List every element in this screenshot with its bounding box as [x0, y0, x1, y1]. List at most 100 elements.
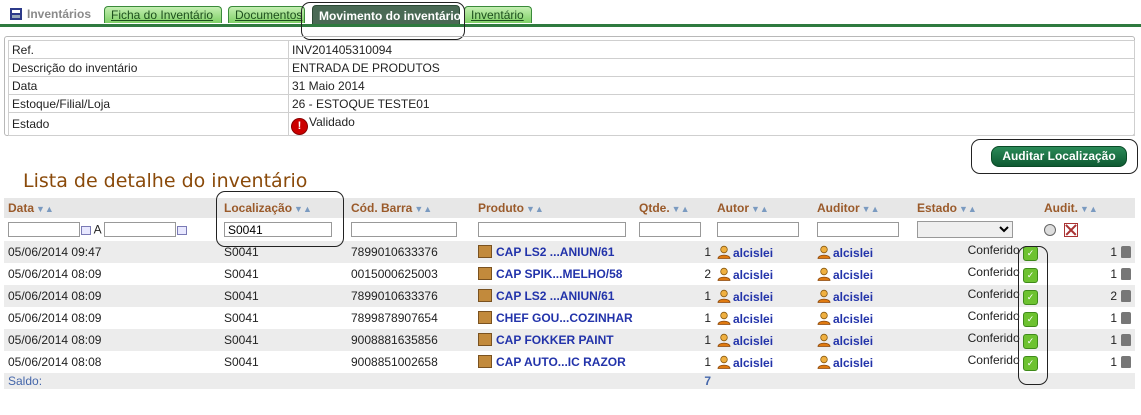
author-link[interactable]: alcislei [733, 334, 773, 348]
trash-icon[interactable] [1121, 356, 1131, 368]
col-estado[interactable]: Estado ▼▲ [913, 198, 1040, 218]
product-link[interactable]: CAP LS2 ...ANIUN/61 [496, 245, 614, 259]
qtde-filter-input[interactable] [639, 222, 701, 237]
col-qtde[interactable]: Qtde. ▼▲ [635, 198, 713, 218]
calendar-icon[interactable] [81, 225, 91, 235]
cell-localizacao: S0041 [220, 351, 347, 373]
sort-icon: ▼▲ [861, 204, 880, 214]
col-autor[interactable]: Autor ▼▲ [713, 198, 813, 218]
tab-home[interactable]: Inventários [9, 7, 91, 21]
auditor-link[interactable]: alcislei [833, 312, 873, 326]
check-icon[interactable]: ✓ [1023, 268, 1038, 283]
trash-icon[interactable] [1121, 312, 1131, 324]
audit-location-button[interactable]: Auditar Localização [991, 146, 1127, 167]
info-value-estoque: 26 - ESTOQUE TESTE01 [288, 94, 1135, 113]
tab-ficha[interactable]: Ficha do Inventário [104, 6, 222, 23]
col-auditor[interactable]: Auditor ▼▲ [813, 198, 913, 218]
product-link[interactable]: CAP LS2 ...ANIUN/61 [496, 289, 614, 303]
localizacao-filter-input[interactable] [224, 222, 332, 237]
estado-value: Conferido [967, 265, 1020, 279]
date-to-input[interactable] [104, 222, 177, 237]
audit-count: 1 [1110, 355, 1117, 369]
date-from-input[interactable] [8, 222, 80, 237]
product-link[interactable]: CHEF GOU...COZINHAR [496, 311, 633, 325]
col-cod-barra[interactable]: Cód. Barra ▼▲ [347, 198, 474, 218]
tab-documentos[interactable]: Documentos [228, 6, 305, 23]
col-localizacao[interactable]: Localização ▼▲ [220, 198, 347, 218]
info-label-desc: Descrição do inventário [8, 58, 289, 77]
box-icon [478, 311, 492, 324]
product-link[interactable]: CAP SPIK...MELHO/58 [496, 267, 622, 281]
saldo-label: Saldo: [4, 373, 635, 389]
trash-icon[interactable] [1121, 246, 1131, 258]
cell-localizacao: S0041 [220, 329, 347, 351]
cell-produto: CAP AUTO...IC RAZOR [474, 351, 635, 373]
user-icon [817, 245, 831, 259]
auditor-link[interactable]: alcislei [833, 290, 873, 304]
trash-icon[interactable] [1121, 290, 1131, 302]
calendar-icon[interactable] [177, 225, 188, 235]
estado-value: Conferido [967, 243, 1020, 257]
sort-icon: ▼▲ [959, 204, 977, 214]
auditor-link[interactable]: alcislei [833, 356, 873, 370]
auditor-filter-input[interactable] [817, 222, 899, 237]
info-value-data: 31 Maio 2014 [288, 76, 1135, 95]
cell-estado: Conferido ✓ [913, 241, 1040, 263]
author-link[interactable]: alcislei [733, 312, 773, 326]
saldo-row: Saldo: 7 [4, 373, 1135, 389]
cell-cod-barra: 7899878907654 [347, 307, 474, 329]
user-icon [817, 333, 831, 347]
qtde-value: 1 [704, 355, 711, 369]
autor-filter-input[interactable] [717, 222, 799, 237]
check-icon[interactable]: ✓ [1023, 312, 1038, 327]
author-link[interactable]: alcislei [733, 356, 773, 370]
tab-movimento-label: Movimento do inventário [319, 9, 462, 23]
clear-filter-icon[interactable] [1064, 222, 1078, 237]
col-audit[interactable]: Audit. ▼▲ [1040, 198, 1135, 218]
auditor-link[interactable]: alcislei [833, 334, 873, 348]
check-icon[interactable]: ✓ [1023, 334, 1038, 349]
estado-value: Conferido [967, 287, 1020, 301]
search-icon[interactable] [1044, 223, 1056, 236]
cell-autor: alcislei [713, 263, 813, 285]
cell-audit: 1 [1040, 307, 1135, 329]
audit-count: 1 [1110, 333, 1117, 347]
check-icon[interactable]: ✓ [1023, 356, 1038, 371]
auditor-link[interactable]: alcislei [833, 246, 873, 260]
user-icon [717, 311, 731, 325]
auditor-link[interactable]: alcislei [833, 268, 873, 282]
info-label-estoque: Estoque/Filial/Loja [8, 94, 289, 113]
author-link[interactable]: alcislei [733, 268, 773, 282]
product-link[interactable]: CAP AUTO...IC RAZOR [496, 355, 626, 369]
cell-localizacao: S0041 [220, 263, 347, 285]
cell-autor: alcislei [713, 307, 813, 329]
tab-movimento[interactable]: Movimento do inventário [312, 5, 462, 25]
trash-icon[interactable] [1121, 334, 1131, 346]
cell-cod-barra: 7899010633376 [347, 285, 474, 307]
tab-inventario[interactable]: Inventário [464, 6, 532, 23]
author-link[interactable]: alcislei [733, 290, 773, 304]
inventory-icon [10, 8, 22, 20]
table-row: 05/06/2014 09:47 S0041 7899010633376 CAP LS… [4, 241, 1135, 263]
trash-icon[interactable] [1121, 268, 1131, 280]
author-link[interactable]: alcislei [733, 246, 773, 260]
box-icon [478, 333, 492, 346]
estado-text: Validado [309, 114, 355, 129]
product-link[interactable]: CAP FOKKER PAINT [496, 333, 614, 347]
table-row: 05/06/2014 08:09 S0041 7899878907654 CHEF G… [4, 307, 1135, 329]
cod-barra-filter-input[interactable] [351, 222, 457, 237]
col-data[interactable]: Data ▼▲ [4, 198, 220, 218]
col-produto[interactable]: Produto ▼▲ [474, 198, 635, 218]
list-title: Lista de detalhe do inventário [23, 170, 308, 192]
check-icon[interactable]: ✓ [1023, 290, 1038, 305]
sort-icon: ▼▲ [751, 204, 769, 214]
estado-filter-select[interactable] [917, 221, 1013, 238]
produto-filter-input[interactable] [478, 222, 626, 237]
user-icon [717, 333, 731, 347]
cell-autor: alcislei [713, 241, 813, 263]
cell-estado: Conferido ✓ [913, 263, 1040, 285]
cell-auditor: alcislei [813, 241, 913, 263]
sort-icon: ▼▲ [414, 204, 433, 214]
cell-auditor: alcislei [813, 263, 913, 285]
check-icon[interactable]: ✓ [1023, 246, 1038, 261]
